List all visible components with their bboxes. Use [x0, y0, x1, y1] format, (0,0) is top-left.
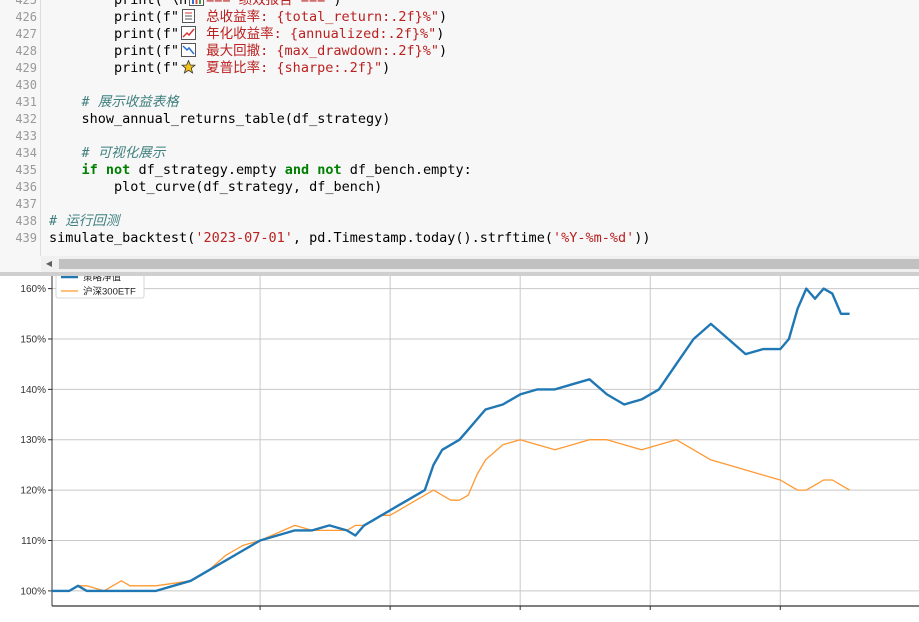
chart-svg: 100% 110% 120% 130% 140% 150% 160% 策略净值沪深300ETF [20, 276, 919, 610]
report-icon [179, 9, 198, 25]
code-line[interactable]: print("\n === 绩效报告 ===") [49, 0, 341, 9]
line-number: 437 [15, 197, 37, 211]
chart-decreasing-icon [179, 43, 198, 59]
string-token: === 绩效报告 ===" [206, 0, 334, 8]
code-token: print(f" [49, 9, 180, 25]
line-number: 426 [15, 10, 37, 24]
line-number: 433 [15, 129, 37, 143]
code-line[interactable]: simulate_backtest('2023-07-01', pd.Times… [49, 230, 651, 247]
line-number: 439 [15, 231, 37, 245]
scrollbar-thumb[interactable] [59, 259, 919, 269]
line-number-gutter: 425 426 427 428 429 430 431 432 433 434 435 436 437 4… [0, 0, 41, 256]
line-number: 431 [15, 95, 37, 109]
sparkle-icon [179, 60, 198, 76]
keyword-token: and [284, 162, 310, 178]
code-token: show_annual_returns_table(df_strategy) [49, 111, 391, 127]
chart-increasing-icon [179, 26, 198, 42]
code-line[interactable]: # 可视化展示 [49, 145, 166, 162]
y-tick-label: 150% [20, 334, 46, 345]
code-token: plot_curve(df_strategy, df_bench) [49, 179, 383, 195]
code-token: , pd.Timestamp.today().strftime( [292, 230, 553, 246]
line-number: 432 [15, 112, 37, 126]
code-line[interactable]: plot_curve(df_strategy, df_bench) [49, 179, 382, 196]
line-number: 430 [15, 78, 37, 92]
line-number: 436 [15, 180, 37, 194]
line-number: 428 [15, 44, 37, 58]
code-token: print(f" [49, 43, 180, 59]
code-token: ) [438, 43, 448, 59]
scroll-left-arrow-icon[interactable]: ◀ [43, 258, 55, 270]
code-editor[interactable]: 425 426 427 428 429 430 431 432 433 434 435 436 437 4… [0, 0, 919, 272]
code-line[interactable]: # 运行回测 [49, 213, 119, 230]
y-tick-label: 100% [20, 586, 46, 597]
line-number: 438 [15, 214, 37, 228]
code-line[interactable]: show_annual_returns_table(df_strategy) [49, 111, 391, 128]
y-tick-label: 120% [20, 486, 46, 497]
string-token: '%Y-%m-%d' [552, 230, 635, 246]
y-tick-label: 140% [20, 385, 46, 396]
code-area[interactable]: print("\n === 绩效报告 ===") print(f" 总收益率: {… [41, 0, 919, 256]
code-token: df_strategy.empty [130, 162, 285, 178]
legend-label: 策略净值 [83, 276, 122, 284]
string-token: 最大回撤: {max_drawdown:.2f}%" [198, 43, 439, 59]
code-token: ) [382, 60, 391, 76]
line-number: 427 [15, 27, 37, 41]
code-token: )) [634, 230, 651, 246]
string-token: '2023-07-01' [195, 230, 293, 246]
bar-chart-icon [187, 0, 206, 8]
code-line[interactable]: # 展示收益表格 [49, 94, 179, 111]
code-token: print(f" [49, 26, 180, 42]
code-token: print("\n [49, 0, 188, 8]
code-token: df_bench.empty: [341, 162, 472, 178]
line-number: 425 [15, 0, 37, 7]
keyword-token: if [81, 162, 98, 178]
code-line[interactable]: print(f" 夏普比率: {sharpe:.2f}") [49, 60, 390, 77]
y-tick-label: 130% [20, 435, 46, 446]
code-token: ) [438, 9, 448, 25]
keyword-token: not [105, 162, 131, 178]
backtest-chart: 100% 110% 120% 130% 140% 150% 160% 策略净值沪深300ETF [0, 276, 919, 622]
code-line[interactable]: print(f" 年化收益率: {annualized:.2f}%") [49, 26, 444, 43]
code-line[interactable]: print(f" 总收益率: {total_return:.2f}%") [49, 9, 447, 26]
code-line[interactable]: print(f" 最大回撤: {max_drawdown:.2f}%") [49, 43, 447, 60]
string-token: 总收益率: {total_return:.2f}%" [198, 9, 439, 25]
code-token: ) [436, 26, 445, 42]
string-token: 年化收益率: {annualized:.2f}%" [198, 26, 437, 42]
code-token: print(f" [49, 60, 180, 76]
comment-token: # 运行回测 [49, 213, 120, 229]
comment-token: # 展示收益表格 [81, 94, 179, 110]
code-token: simulate_backtest( [49, 230, 196, 246]
plot-area [52, 276, 919, 606]
legend-label: 沪深300ETF [83, 286, 136, 298]
code-line[interactable]: if not df_strategy.empty and not df_benc… [49, 162, 472, 179]
keyword-token: not [317, 162, 342, 178]
line-number: 435 [15, 163, 37, 177]
y-tick-label: 160% [20, 284, 46, 295]
string-token: 夏普比率: {sharpe:.2f}" [198, 60, 383, 76]
horizontal-scrollbar[interactable]: ◀ [41, 256, 919, 272]
y-tick-label: 110% [21, 536, 46, 547]
line-number: 429 [15, 61, 37, 75]
comment-token: # 可视化展示 [81, 145, 166, 161]
code-token: ) [333, 0, 342, 8]
line-number: 434 [15, 146, 37, 160]
